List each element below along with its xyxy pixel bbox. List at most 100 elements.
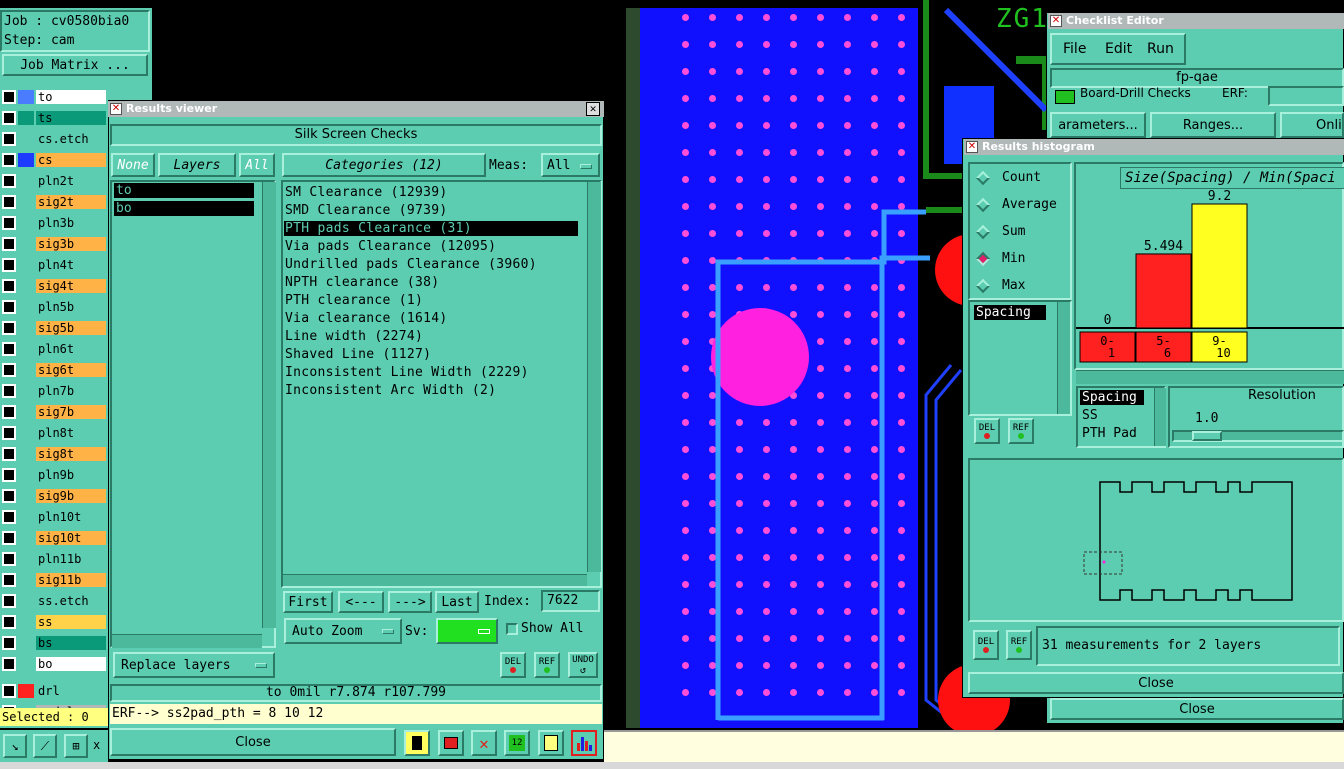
layers-button[interactable]: Layers <box>158 153 236 177</box>
layer-color-swatch[interactable] <box>18 426 34 440</box>
layer-color-swatch[interactable] <box>18 636 34 650</box>
layer-row[interactable]: sig11b <box>2 571 106 589</box>
layer-row[interactable]: cs <box>2 151 106 169</box>
layer-results-list[interactable] <box>110 180 276 648</box>
auto-zoom-menu[interactable]: Auto Zoom <box>284 618 402 644</box>
layer-row[interactable]: bo <box>2 655 106 673</box>
layer-row[interactable]: pln10t <box>2 508 106 526</box>
radio-diamond-icon[interactable] <box>975 197 991 212</box>
chart-hscrollbar[interactable] <box>1076 370 1344 384</box>
layer-checkbox[interactable] <box>2 405 16 419</box>
layer-row[interactable]: pln11b <box>2 550 106 568</box>
layer-row[interactable]: to <box>2 88 106 106</box>
layer-color-swatch[interactable] <box>18 552 34 566</box>
document-tool-icon[interactable] <box>538 730 564 756</box>
categories-button[interactable]: Categories (12) <box>282 153 486 177</box>
results-layer-item[interactable]: bo <box>114 201 254 216</box>
layer-color-swatch[interactable] <box>18 174 34 188</box>
online-button[interactable]: Onli <box>1280 112 1344 138</box>
layer-color-swatch[interactable] <box>18 573 34 587</box>
radio-diamond-icon[interactable] <box>975 251 991 266</box>
layer-row[interactable]: pln4t <box>2 256 106 274</box>
checklist-close-button[interactable]: Close <box>1050 698 1344 720</box>
measure-list-b-scrollbar[interactable] <box>1154 388 1166 446</box>
layer-checkbox[interactable] <box>2 321 16 335</box>
layer-color-swatch[interactable] <box>18 657 34 671</box>
histogram-del-button[interactable]: DEL <box>974 418 1000 444</box>
del-button[interactable]: DEL <box>500 652 526 678</box>
window-menu-icon[interactable]: ✕ <box>966 141 978 153</box>
layer-color-swatch[interactable] <box>18 447 34 461</box>
layer-row[interactable]: pln5b <box>2 298 106 316</box>
layer-checkbox[interactable] <box>2 153 16 167</box>
layer-row[interactable]: cs.etch <box>2 130 106 148</box>
layer-color-swatch[interactable] <box>18 594 34 608</box>
layer-row[interactable]: sig8t <box>2 445 106 463</box>
next-button[interactable]: ---> <box>388 591 432 613</box>
measure-tool-icon[interactable]: ⟋ <box>33 734 57 758</box>
histogram-close-button[interactable]: Close <box>968 672 1344 694</box>
measure-list-a-scrollbar[interactable] <box>1057 302 1070 414</box>
layer-checkbox[interactable] <box>2 300 16 314</box>
layer-checkbox[interactable] <box>2 447 16 461</box>
layer-checkbox[interactable] <box>2 132 16 146</box>
category-item[interactable]: Inconsistent Line Width (2229) <box>285 365 529 380</box>
layer-color-swatch[interactable] <box>18 153 34 167</box>
layer-list-scrollbar[interactable] <box>262 182 276 628</box>
grid-tool-icon[interactable]: ⊞ <box>64 734 88 758</box>
layer-color-swatch[interactable] <box>18 531 34 545</box>
layer-row[interactable]: sig10t <box>2 529 106 547</box>
all-button[interactable]: All <box>239 153 275 177</box>
layer-color-swatch[interactable] <box>18 321 34 335</box>
layer-color-swatch[interactable] <box>18 363 34 377</box>
histogram-bar[interactable] <box>1135 253 1192 329</box>
layer-checkbox[interactable] <box>2 594 16 608</box>
layer-scroll-up[interactable] <box>132 84 150 98</box>
results-layer-item[interactable]: to <box>114 183 254 198</box>
layer-checkbox[interactable] <box>2 573 16 587</box>
layer-color-swatch[interactable] <box>18 342 34 356</box>
layer-color-swatch[interactable] <box>18 615 34 629</box>
layer-color-swatch[interactable] <box>18 384 34 398</box>
statistic-radio-average[interactable]: Average <box>975 197 1057 212</box>
results-viewer-close-button[interactable]: Close <box>110 728 396 756</box>
parameters-button[interactable]: arameters... <box>1050 112 1146 138</box>
layer-checkbox[interactable] <box>2 174 16 188</box>
preview-del-button[interactable]: DEL <box>973 630 999 660</box>
statistic-radio-min[interactable]: Min <box>975 251 1025 266</box>
measure-list-a-item[interactable]: Spacing <box>974 305 1046 320</box>
none-button[interactable]: None <box>111 153 155 177</box>
check-row-label[interactable]: Board-Drill Checks <box>1080 86 1191 100</box>
layer-row[interactable]: pln9b <box>2 466 106 484</box>
meas-select[interactable]: All <box>541 153 600 177</box>
layer-row[interactable]: pln6t <box>2 340 106 358</box>
layer-row[interactable]: ss <box>2 613 106 631</box>
layer-checkbox[interactable] <box>2 552 16 566</box>
category-item[interactable]: SM Clearance (12939) <box>285 185 448 200</box>
measure-list-b-item[interactable]: PTH Pad <box>1082 426 1137 441</box>
layer-checkbox[interactable] <box>2 468 16 482</box>
layer-row[interactable]: pln3b <box>2 214 106 232</box>
category-item[interactable]: PTH pads Clearance (31) <box>284 221 578 236</box>
layer-color-swatch[interactable] <box>18 510 34 524</box>
measure-list-b-item[interactable]: Spacing <box>1080 390 1144 405</box>
erf-field[interactable] <box>1268 86 1344 106</box>
replace-layers-menu[interactable]: Replace layers <box>113 652 275 678</box>
layer-checkbox[interactable] <box>2 426 16 440</box>
layer-list-hscrollbar[interactable] <box>112 634 262 648</box>
categories-hscrollbar[interactable] <box>283 574 587 586</box>
preview-ref-button[interactable]: REF <box>1006 630 1032 660</box>
statistic-radio-count[interactable]: Count <box>975 170 1041 185</box>
layer-checkbox[interactable] <box>2 684 16 698</box>
layer-row[interactable]: drl <box>2 682 106 700</box>
layer-checkbox[interactable] <box>2 342 16 356</box>
histogram-tool-icon[interactable] <box>571 730 597 756</box>
layer-checkbox[interactable] <box>2 615 16 629</box>
layer-checkbox[interactable] <box>2 510 16 524</box>
layer-checkbox[interactable] <box>2 111 16 125</box>
menu-edit[interactable]: Edit <box>1105 41 1132 57</box>
category-item[interactable]: PTH clearance (1) <box>285 293 423 308</box>
layer-row[interactable]: sig4t <box>2 277 106 295</box>
results-viewer-titlebar[interactable]: ✕ Results viewer <box>108 101 604 117</box>
layer-color-swatch[interactable] <box>18 111 34 125</box>
